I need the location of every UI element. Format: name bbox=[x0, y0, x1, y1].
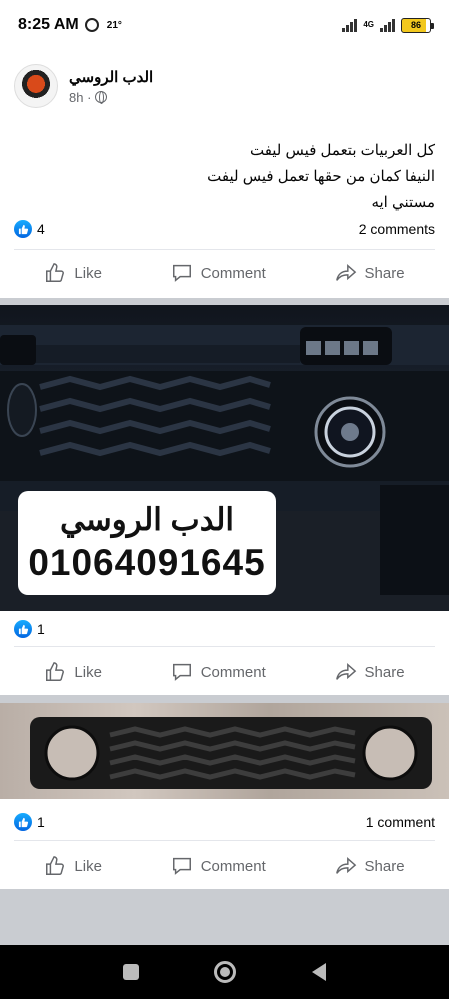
divider bbox=[14, 840, 435, 841]
globe-icon bbox=[95, 91, 108, 104]
like-reaction-icon[interactable] bbox=[14, 220, 32, 238]
share-button[interactable]: Share bbox=[335, 661, 405, 683]
post-text-line: النيفا كمان من حقها تعمل فيس ليفت bbox=[207, 168, 435, 185]
like-button[interactable]: Like bbox=[44, 262, 102, 284]
system-nav-bar bbox=[0, 945, 449, 999]
comment-label: Comment bbox=[200, 264, 266, 282]
recents-icon[interactable] bbox=[122, 964, 139, 980]
share-button[interactable]: Share bbox=[335, 855, 405, 877]
share-label: Share bbox=[364, 264, 405, 282]
post-text-line: مستني ايه bbox=[371, 194, 435, 211]
share-button[interactable]: Share bbox=[335, 262, 405, 284]
reaction-count[interactable]: 1 bbox=[37, 814, 45, 830]
speech-bubble-icon bbox=[172, 857, 191, 875]
signal-icon bbox=[342, 18, 358, 32]
share-label: Share bbox=[364, 663, 405, 681]
status-indicators: 4G 86 bbox=[342, 17, 434, 33]
back-icon[interactable] bbox=[312, 963, 327, 981]
comments-count[interactable]: 2 comments bbox=[359, 221, 435, 237]
car-front-photo[interactable]: الدب الروسي 01064091645 bbox=[0, 305, 449, 611]
reaction-count[interactable]: 4 bbox=[37, 221, 45, 237]
comment-button[interactable]: Comment bbox=[171, 661, 266, 683]
status-bar: 8:25 AM 21° 4G 86 bbox=[0, 0, 449, 50]
author-block: الدب الروسي 8h · bbox=[69, 68, 153, 105]
like-button[interactable]: Like bbox=[44, 855, 102, 877]
watermark: الدب الروسي 01064091645 bbox=[18, 491, 276, 595]
avatar[interactable] bbox=[14, 64, 58, 108]
battery-icon: 86 bbox=[401, 17, 434, 33]
photo1-action-bar: Like Comment Share bbox=[0, 657, 449, 687]
post-header: الدب الروسي 8h · bbox=[0, 50, 449, 108]
like-label: Like bbox=[74, 663, 102, 681]
grille-photo[interactable] bbox=[0, 703, 449, 799]
post-action-bar: Like Comment Share bbox=[0, 258, 449, 288]
like-label: Like bbox=[74, 857, 102, 875]
network-type: 4G bbox=[363, 20, 374, 29]
share-arrow-icon bbox=[335, 857, 356, 874]
like-reaction-icon[interactable] bbox=[14, 813, 32, 831]
photo2-reactions-row: 1 1 comment bbox=[14, 813, 435, 831]
status-temperature: 21° bbox=[106, 19, 122, 31]
thumb-up-icon bbox=[46, 662, 65, 681]
post-text: كل العربيات بتعمل فيس ليفت النيفا كمان م… bbox=[0, 138, 449, 216]
like-button[interactable]: Like bbox=[44, 661, 102, 683]
comments-count[interactable]: 1 comment bbox=[366, 814, 435, 830]
speech-bubble-icon bbox=[172, 264, 191, 282]
author-name[interactable]: الدب الروسي bbox=[69, 68, 153, 86]
comment-label: Comment bbox=[200, 857, 266, 875]
post-meta: 8h · bbox=[69, 90, 153, 105]
watermark-phone: 01064091645 bbox=[28, 542, 266, 583]
reaction-count[interactable]: 1 bbox=[37, 621, 45, 637]
grille-illustration bbox=[30, 717, 432, 789]
photo2-action-bar: Like Comment Share bbox=[0, 851, 449, 881]
comment-label: Comment bbox=[200, 663, 266, 681]
divider bbox=[14, 249, 435, 250]
watermark-name: الدب الروسي bbox=[59, 502, 235, 537]
post-text-line: كل العربيات بتعمل فيس ليفت bbox=[249, 142, 435, 159]
post-card: الدب الروسي 8h · كل العربيات بتعمل فيس ل… bbox=[0, 50, 449, 298]
like-reaction-icon[interactable] bbox=[14, 620, 32, 638]
share-arrow-icon bbox=[335, 663, 356, 680]
status-time: 8:25 AM bbox=[18, 16, 79, 33]
photo1-reactions-row: 1 bbox=[14, 620, 435, 638]
share-label: Share bbox=[364, 857, 405, 875]
thumb-up-icon bbox=[46, 263, 65, 282]
comment-button[interactable]: Comment bbox=[171, 855, 266, 877]
share-arrow-icon bbox=[335, 264, 356, 281]
thumb-up-icon bbox=[46, 856, 65, 875]
like-label: Like bbox=[74, 264, 102, 282]
alarm-icon bbox=[84, 18, 99, 32]
battery-level: 86 bbox=[410, 20, 421, 30]
signal-icon-2 bbox=[380, 18, 395, 32]
post-reactions-row: 4 2 comments bbox=[14, 220, 435, 238]
divider bbox=[14, 646, 435, 647]
comment-button[interactable]: Comment bbox=[171, 262, 266, 284]
post-time[interactable]: 8h · bbox=[69, 90, 91, 105]
speech-bubble-icon bbox=[172, 663, 191, 681]
home-icon[interactable] bbox=[214, 961, 237, 983]
